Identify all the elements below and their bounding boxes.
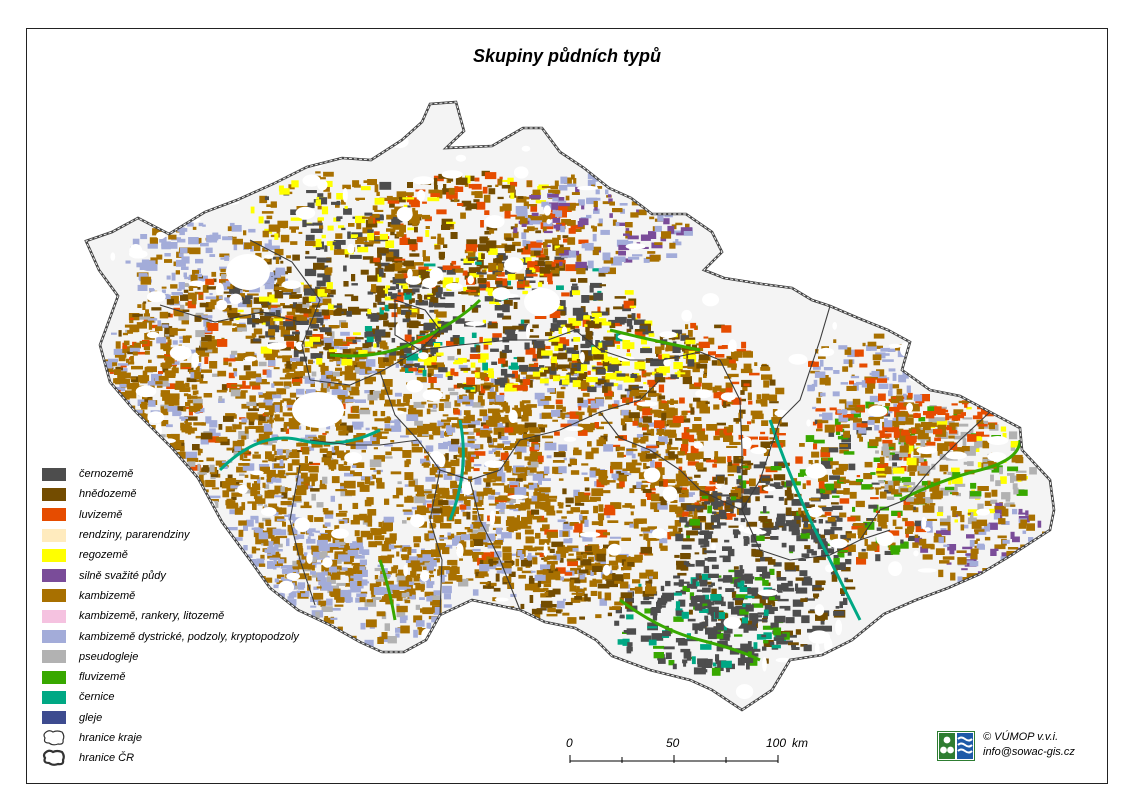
legend-swatch <box>42 508 66 522</box>
legend-label: fluvizemě <box>79 671 126 684</box>
legend-item: hranice kraje <box>42 728 299 748</box>
legend-label: kambizemě dystrické, podzoly, kryptopodz… <box>79 630 299 643</box>
vumop-logo <box>937 731 975 761</box>
legend-label: hranice ČR <box>79 752 135 765</box>
scale-ruler <box>569 755 779 763</box>
legend-label: černice <box>79 691 115 704</box>
legend-label: kambizemě <box>79 589 136 602</box>
legend-swatch <box>42 487 66 501</box>
legend-item: kambizemě dystrické, podzoly, kryptopodz… <box>42 626 299 646</box>
legend-swatch <box>42 690 66 704</box>
legend-swatch <box>42 711 66 725</box>
legend-swatch <box>42 609 66 623</box>
credit-line-1: © VÚMOP v.v.i. <box>983 731 1059 743</box>
legend-item: luvizemě <box>42 505 299 525</box>
legend-label: hranice kraje <box>79 732 142 744</box>
legend-label: gleje <box>79 711 103 724</box>
legend-item: regozemě <box>42 545 299 565</box>
legend-item: hranice ČR <box>42 748 299 768</box>
region-border-symbol <box>43 730 65 746</box>
country-border-symbol <box>42 749 65 767</box>
legend-swatch <box>42 650 66 664</box>
legend-item: fluvizemě <box>42 667 299 687</box>
legend-swatch <box>42 467 66 481</box>
credit-line-2: info@sowac-gis.cz <box>983 746 1075 758</box>
legend-swatch <box>42 670 66 684</box>
legend-item: černice <box>42 687 299 707</box>
legend-item: černozemě <box>42 464 299 484</box>
legend-label: hnědozemě <box>79 488 137 501</box>
legend-swatch <box>42 630 66 644</box>
map-legend: černozemě hnědozemě luvizemě rendziny, para… <box>42 464 299 768</box>
copyright-credit: © VÚMOP v.v.i. info@sowac-gis.cz <box>983 730 1075 760</box>
legend-item: hnědozemě <box>42 484 299 504</box>
legend-label: regozemě <box>79 549 128 562</box>
legend-item: gleje <box>42 708 299 728</box>
legend-swatch <box>42 528 66 542</box>
legend-swatch <box>42 548 66 562</box>
legend-swatch <box>42 569 66 583</box>
legend-item: kambizemě <box>42 586 299 606</box>
scale-bar: 0 50 100 km <box>560 736 808 766</box>
legend-item: pseudogleje <box>42 647 299 667</box>
legend-label: černozemě <box>79 468 134 481</box>
legend-label: silně svažité půdy <box>79 569 166 582</box>
legend-item: silně svažité půdy <box>42 565 299 585</box>
legend-item: kambizemě, rankery, litozemě <box>42 606 299 626</box>
legend-swatch <box>42 589 66 603</box>
legend-label: pseudogleje <box>79 650 139 663</box>
legend-label: luvizemě <box>79 508 123 521</box>
legend-label: kambizemě, rankery, litozemě <box>79 610 225 623</box>
legend-item: rendziny, pararendziny <box>42 525 299 545</box>
legend-label: rendziny, pararendziny <box>79 529 190 542</box>
